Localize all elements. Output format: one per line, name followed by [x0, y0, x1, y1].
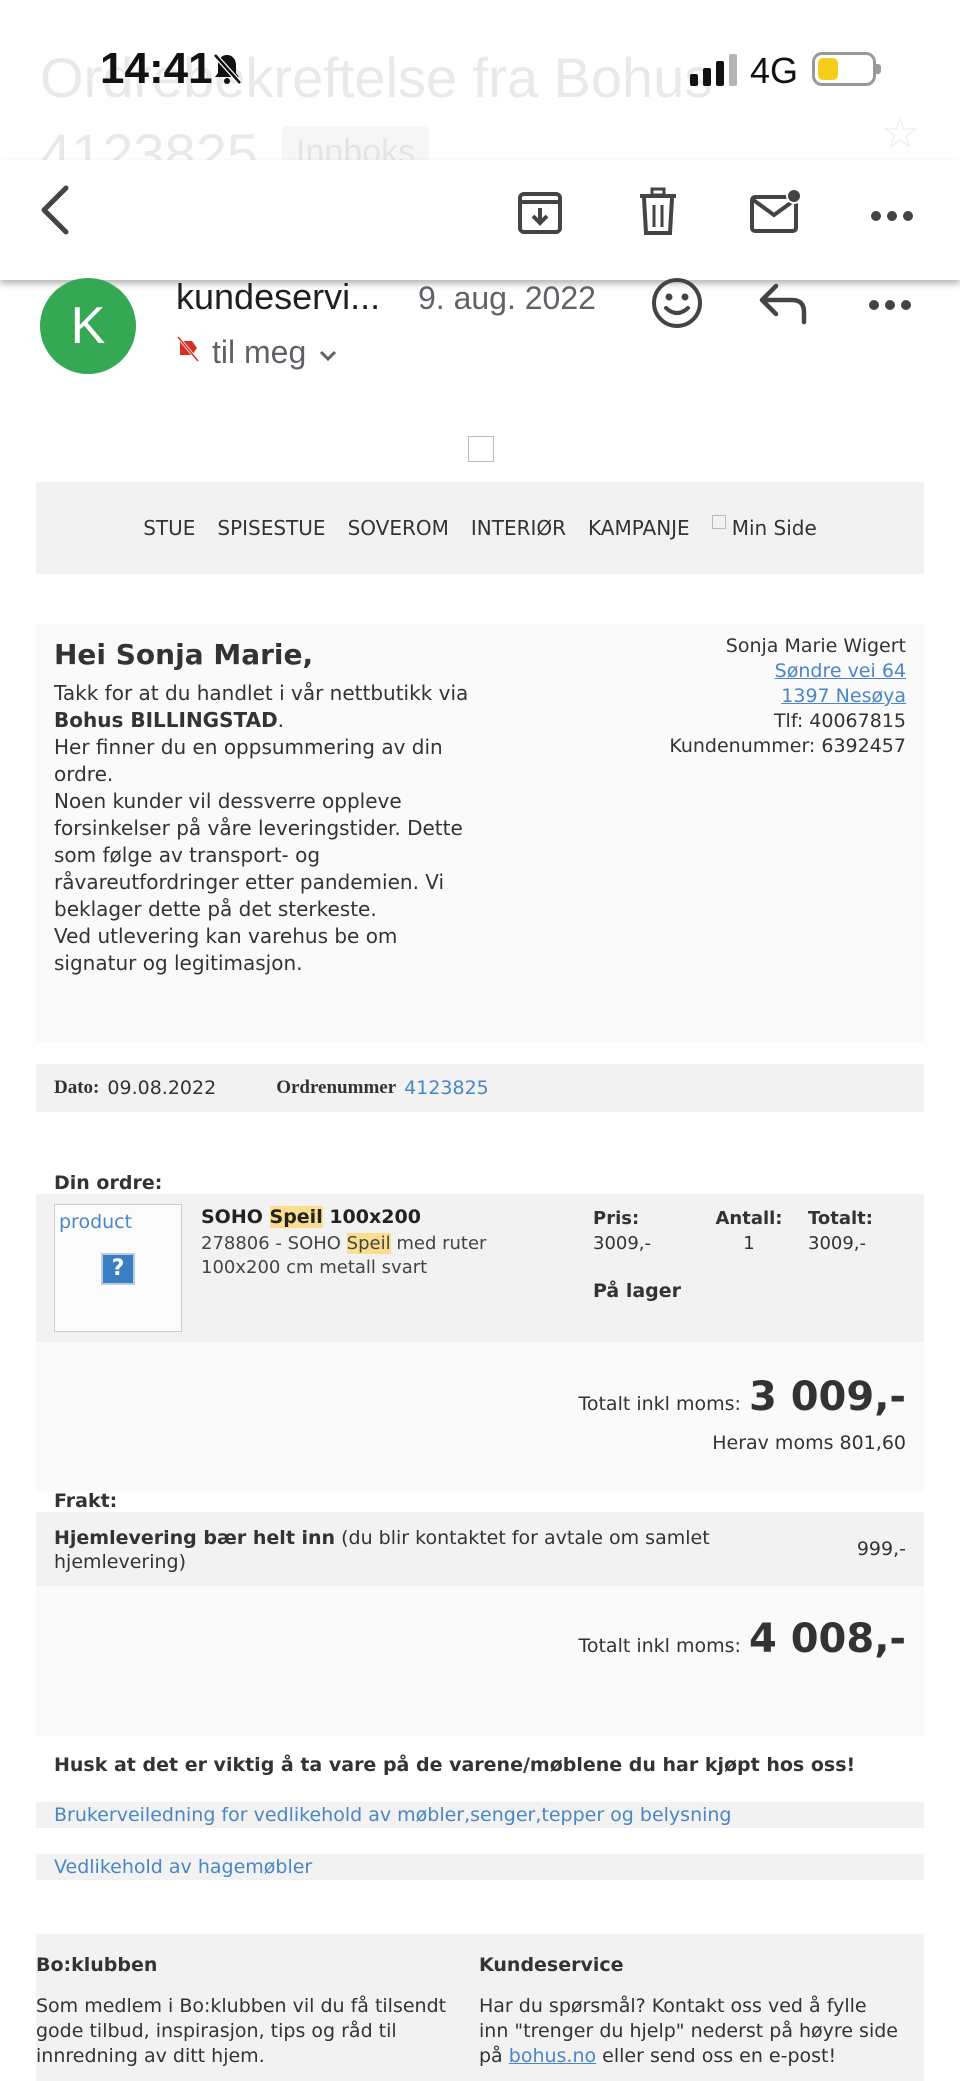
nav-stue[interactable]: STUE: [143, 516, 195, 540]
emoji-reaction-icon[interactable]: [650, 276, 710, 336]
club-column: Bo:klubben Som medlem i Bo:klubben vil d…: [36, 1954, 456, 2069]
vat-amount: Herav moms 801,60: [712, 1432, 906, 1454]
grand-total-label: Totalt inkl moms:: [578, 1635, 741, 1657]
grand-total-section: Totalt inkl moms: 4 008,-: [36, 1586, 924, 1736]
nav-spisestue[interactable]: SPISESTUE: [217, 516, 325, 540]
battery-icon: [812, 52, 881, 86]
nav-interior[interactable]: INTERIØR: [471, 516, 566, 540]
product-description: 278806 - SOHO Speil med ruter 100x200 cm…: [201, 1233, 487, 1278]
product-row: product ? SOHO Speil 100x200 278806 - SO…: [36, 1194, 924, 1342]
intro-signature-notice: Ved utlevering kan varehus be om signatu…: [54, 924, 398, 975]
service-text: Har du spørsmål? Kontakt oss ved å fylle…: [479, 1995, 898, 2067]
product-price: Pris: 3009,-: [593, 1208, 652, 1254]
more-options-icon[interactable]: [864, 196, 920, 236]
archive-icon[interactable]: [512, 184, 568, 240]
customer-name: Sonja Marie Wigert: [725, 635, 906, 657]
order-date: 09.08.2022: [107, 1077, 217, 1099]
subtotal-label: Totalt inkl moms:: [578, 1393, 741, 1415]
reply-icon[interactable]: [758, 282, 818, 332]
shipping-row: Hjemlevering bær helt inn (du blir konta…: [36, 1512, 924, 1586]
status-time: 14:41: [100, 44, 213, 93]
network-type: 4G: [750, 50, 799, 91]
intro-summary: Her finner du en oppsummering av din ord…: [54, 735, 443, 786]
trash-icon[interactable]: [630, 184, 686, 240]
city-link[interactable]: 1397 Nesøya: [781, 685, 906, 707]
stock-status: På lager: [593, 1280, 682, 1302]
status-bar: 14:41 4G: [0, 0, 960, 120]
product-image-alt: product: [59, 1211, 133, 1233]
customer-phone: Tlf: 40067815: [773, 710, 906, 732]
product-image[interactable]: product ?: [54, 1204, 182, 1332]
product-quantity: Antall: 1: [715, 1208, 783, 1254]
club-title: Bo:klubben: [36, 1954, 158, 1976]
product-name: SOHO Speil 100x200: [201, 1206, 421, 1228]
nav-soverom[interactable]: SOVEROM: [348, 516, 449, 540]
service-title: Kundeservice: [479, 1954, 624, 1976]
recipient-dropdown[interactable]: til meg: [176, 334, 338, 371]
product-total: Totalt: 3009,-: [808, 1208, 873, 1254]
greeting-section: Hei Sonja Marie, Takk for at du handlet …: [36, 624, 924, 1042]
intro-thanks: Takk for at du handlet i vår nettbutikk …: [54, 681, 469, 705]
grand-total-amount: 4 008,-: [748, 1616, 906, 1662]
mark-unread-icon[interactable]: [746, 182, 806, 242]
maintenance-link-bar: Brukerveiledning for vedlikehold av møbl…: [36, 1802, 924, 1828]
street-link[interactable]: Søndre vei 64: [775, 660, 906, 682]
back-arrow-icon[interactable]: [30, 180, 80, 240]
club-text: Som medlem i Bo:klubben vil du få tilsen…: [36, 1995, 447, 2067]
greeting-text: Takk for at du handlet i vår nettbutikk …: [54, 680, 474, 977]
store-name: Bohus BILLINGSTAD: [54, 708, 278, 732]
intro-dot: .: [277, 708, 285, 732]
nav-kampanje[interactable]: KAMPANJE: [588, 516, 690, 540]
shipping-price: 999,-: [856, 1538, 906, 1560]
important-label-icon: [176, 334, 200, 371]
care-heading: Husk at det er viktig å ta vare på de va…: [54, 1754, 856, 1776]
order-date-label: Dato:: [54, 1077, 100, 1098]
sender-avatar: K: [40, 278, 136, 374]
bell-muted-icon: [212, 52, 242, 91]
subtotal-amount: 3 009,-: [748, 1374, 906, 1420]
customer-address: Sonja Marie Wigert Søndre vei 64 1397 Ne…: [669, 634, 906, 759]
customer-number: Kundenummer: 6392457: [669, 735, 906, 757]
maintenance-guide-link[interactable]: Brukerveiledning for vedlikehold av møbl…: [54, 1802, 732, 1828]
sender-name[interactable]: kundeservi...: [176, 276, 380, 318]
order-info-bar: Dato: 09.08.2022 Ordrenummer 4123825: [36, 1064, 924, 1112]
order-number-label: Ordrenummer: [276, 1077, 397, 1098]
cell-signal-icon: [690, 52, 737, 86]
service-column: Kundeservice Har du spørsmål? Kontakt os…: [479, 1954, 899, 2069]
recipient-label: til meg: [212, 334, 307, 370]
shipping-method: Hjemlevering bær helt inn (du blir konta…: [54, 1527, 710, 1573]
your-order-label: Din ordre:: [54, 1172, 163, 1194]
greeting-heading: Hei Sonja Marie,: [54, 638, 314, 671]
user-icon: [711, 515, 726, 529]
message-toolbar: [0, 160, 960, 280]
nav-min-side[interactable]: Min Side: [711, 515, 817, 540]
chevron-down-icon: [318, 334, 338, 371]
subtotal-section: Totalt inkl moms: 3 009,- Herav moms 801…: [36, 1342, 924, 1492]
message-more-icon[interactable]: [868, 298, 916, 312]
nav-min-side-label: Min Side: [731, 516, 817, 540]
garden-furniture-link[interactable]: Vedlikehold av hagemøbler: [54, 1854, 312, 1880]
order-number-link[interactable]: 4123825: [404, 1077, 489, 1099]
email-footer: Bo:klubben Som medlem i Bo:klubben vil d…: [36, 1934, 924, 2081]
broken-logo-image: [468, 436, 494, 462]
message-date: 9. aug. 2022: [418, 280, 596, 316]
missing-image-icon: ?: [101, 1253, 135, 1285]
shipping-label: Frakt:: [54, 1490, 118, 1512]
shop-nav: STUE SPISESTUE SOVEROM INTERIØR KAMPANJE…: [36, 482, 924, 574]
garden-link-bar: Vedlikehold av hagemøbler: [36, 1854, 924, 1880]
intro-delay-notice: Noen kunder vil dessverre oppleve forsin…: [54, 789, 463, 921]
bohus-link[interactable]: bohus.no: [509, 2045, 596, 2067]
